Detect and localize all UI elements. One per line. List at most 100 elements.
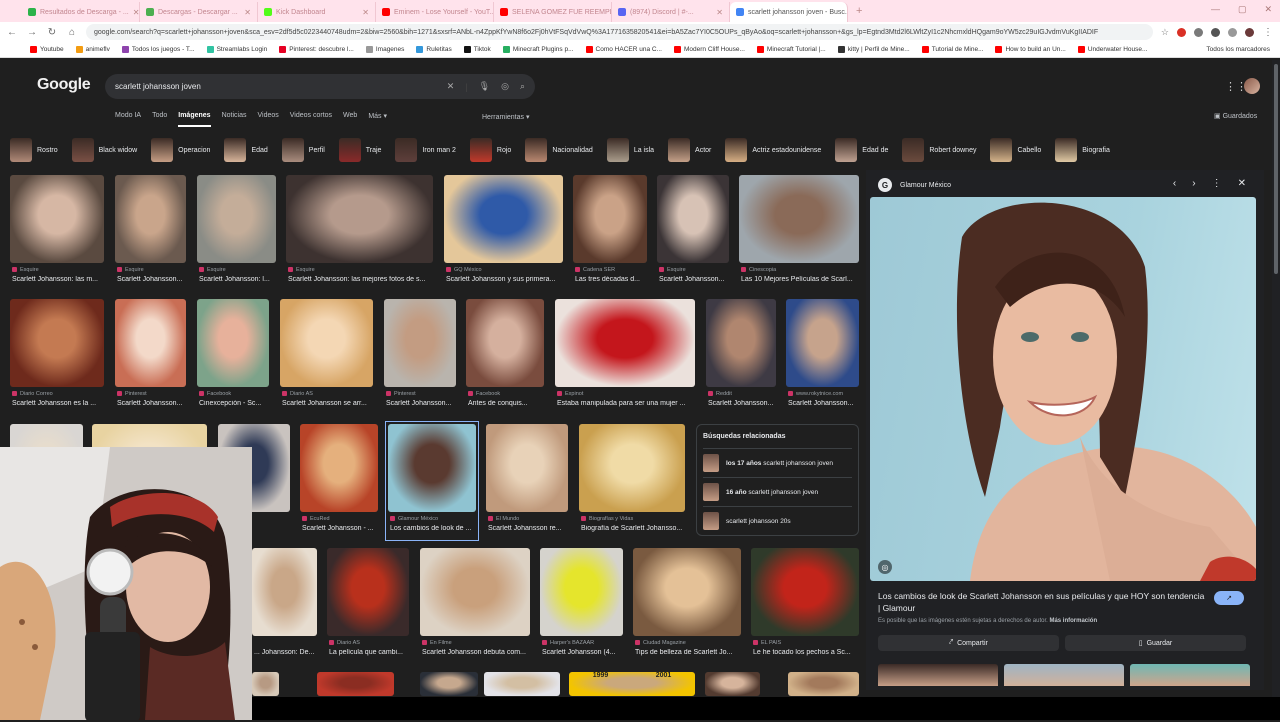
image-source[interactable]: Pinterest (117, 391, 188, 397)
url-field[interactable]: google.com/search?q=scarlett+johansson+j… (86, 24, 1153, 40)
related-search-item[interactable]: los 17 años scarlett johansson joven (703, 448, 852, 477)
image-source[interactable]: Glamour México (390, 516, 478, 522)
image-title[interactable]: Scarlett Johansson se arr... (282, 400, 375, 407)
tab-videos-cortos[interactable]: Videos cortos (290, 112, 332, 127)
google-logo[interactable]: Google (37, 76, 91, 94)
tab-más-[interactable]: Más ▾ (368, 112, 387, 127)
bookmark-item[interactable]: Como HACER una C... (585, 46, 662, 53)
filter-chip[interactable]: Iron man 2 (395, 138, 462, 162)
image-thumbnail[interactable] (484, 672, 560, 696)
tab-close-icon[interactable]: ✕ (133, 8, 139, 17)
image-thumbnail[interactable] (115, 175, 186, 263)
image-title[interactable]: Estaba manipulada para ser una mujer ... (557, 400, 697, 407)
browser-tab[interactable]: Kick Dashboard ✕ (258, 2, 376, 22)
image-result[interactable]: Pinterest Scarlett Johansson... (384, 299, 456, 413)
account-avatar[interactable] (1244, 78, 1260, 94)
image-source[interactable]: Facebook (199, 391, 271, 397)
image-result[interactable]: Ciudad Magazine Tips de belleza de Scarle… (633, 548, 741, 662)
clear-icon[interactable]: ✕ (447, 81, 455, 92)
bookmark-item[interactable]: Minecraft Plugins p... (502, 46, 574, 53)
tab-close-icon[interactable]: ✕ (362, 8, 369, 17)
image-result[interactable]: El Mundo Scarlett Johansson re... (486, 424, 568, 538)
image-title[interactable]: Scarlett Johansson... (659, 276, 731, 283)
image-thumbnail[interactable] (739, 175, 859, 263)
home-icon[interactable]: ⌂ (66, 27, 78, 38)
image-title[interactable]: Le he tocado los pechos a Sc... (753, 649, 861, 656)
image-result[interactable]: En Filme Scarlett Johansson debuta com... (420, 548, 530, 662)
image-title[interactable]: Scarlett Johansson... (788, 400, 861, 407)
filter-chip[interactable]: Biografia (1055, 138, 1116, 162)
prev-image-icon[interactable]: ‹ (1173, 178, 1176, 189)
image-thumbnail[interactable] (486, 424, 568, 512)
image-title[interactable]: Scarlett Johansson - ... (302, 525, 380, 532)
image-result[interactable]: Diario Correo Scarlett Johansson es la ..… (10, 299, 104, 413)
image-result[interactable]: GQ México Scarlett Johansson y sus primer… (444, 175, 563, 289)
image-title[interactable]: Scarlett Johansson... (386, 400, 458, 407)
image-title[interactable]: Scarlett Johansson... (708, 400, 778, 407)
image-thumbnail[interactable] (751, 548, 859, 636)
image-thumbnail[interactable] (10, 299, 104, 387)
filter-chip[interactable]: Rojo (469, 138, 518, 162)
bookmark-item[interactable]: Streamlabs Login (206, 46, 267, 53)
image-thumbnail[interactable] (633, 548, 741, 636)
image-title[interactable]: Scarlett Johansson es la ... (12, 400, 106, 407)
image-title[interactable]: Antes de conquis... (468, 400, 546, 407)
downloads-icon[interactable] (1228, 27, 1237, 37)
image-result[interactable]: Glamour México Los cambios de look de ... (385, 421, 479, 541)
tab-imágenes[interactable]: Imágenes (178, 112, 211, 127)
scrollbar-thumb[interactable] (1274, 64, 1278, 274)
image-source[interactable]: El Mundo (488, 516, 570, 522)
related-image[interactable] (878, 664, 998, 686)
bookmark-item[interactable]: kitty | Perfil de Mine... (837, 46, 910, 53)
image-thumbnail[interactable] (788, 672, 859, 696)
image-result[interactable]: ... Johansson: De... (252, 548, 317, 662)
image-source[interactable]: Esquire (288, 267, 435, 273)
image-title[interactable]: Scarlett Johansson: las m... (12, 276, 106, 283)
image-thumbnail[interactable] (466, 299, 544, 387)
search-box[interactable]: scarlett johansson joven ✕ | 🎙 ◎ ⌕ (105, 74, 535, 99)
share-button[interactable]: ⤤ Compartir (878, 635, 1059, 651)
tab-todo[interactable]: Todo (152, 112, 167, 127)
image-thumbnail[interactable] (555, 299, 695, 387)
image-result[interactable]: EcuRed Scarlett Johansson - ... (300, 424, 378, 538)
image-source[interactable]: Cadena SER (575, 267, 649, 273)
image-title[interactable]: Scarlett Johansson: las mejores fotos de… (288, 276, 435, 283)
image-source[interactable]: Reddit (708, 391, 778, 397)
browser-tab[interactable]: scarlett johansson joven - Busc...✕ (730, 2, 848, 22)
image-result[interactable]: Esquire Scarlett Johansson: l... (197, 175, 276, 289)
image-thumbnail[interactable] (579, 424, 685, 512)
browser-tab[interactable]: Eminem - Lose Yourself - YouT...✕ (376, 2, 494, 22)
image-thumbnail[interactable] (115, 299, 186, 387)
image-result[interactable]: Facebook Antes de conquis... (466, 299, 544, 413)
image-source[interactable]: Facebook (468, 391, 546, 397)
filter-chip[interactable]: Nacionalidad (525, 138, 599, 162)
filter-chip[interactable]: La isla (606, 138, 661, 162)
image-result[interactable]: Facebook Cinexcepción - Sc... (197, 299, 269, 413)
related-image[interactable] (1130, 664, 1250, 686)
image-title[interactable]: Las tres décadas d... (575, 276, 649, 283)
tab-noticias[interactable]: Noticias (222, 112, 247, 127)
image-source[interactable]: Pinterest (386, 391, 458, 397)
browser-menu-icon[interactable]: ⋮ (1262, 27, 1274, 38)
image-thumbnail[interactable] (10, 175, 104, 263)
bookmark-item[interactable]: animeflv (75, 46, 110, 53)
related-image[interactable] (1004, 664, 1124, 686)
visit-button[interactable]: ↗ (1214, 591, 1244, 605)
filter-chip[interactable]: Perfil (281, 138, 331, 162)
maximize-icon[interactable]: ▢ (1238, 4, 1247, 15)
image-thumbnail[interactable] (286, 175, 433, 263)
image-title[interactable]: Scarlett Johansson re... (488, 525, 570, 532)
bookmark-item[interactable]: Tiktok (463, 46, 491, 53)
tab-videos[interactable]: Videos (257, 112, 278, 127)
image-thumbnail[interactable] (540, 548, 623, 636)
image-source[interactable]: Diario Correo (12, 391, 106, 397)
image-source[interactable]: www.rokytnice.com (788, 391, 861, 397)
browser-tab[interactable]: SELENA GOMEZ FUE REEMPL...✕ (494, 2, 612, 22)
image-result[interactable]: www.rokytnice.com Scarlett Johansson... (786, 299, 859, 413)
image-thumbnail[interactable] (786, 299, 859, 387)
tools-button[interactable]: Herramientas ▾ (482, 113, 529, 121)
related-search-item[interactable]: scarlett johansson 20s (703, 506, 852, 535)
image-source[interactable]: En Filme (422, 640, 532, 646)
image-result[interactable]: Esquire Scarlett Johansson: las mejores f… (286, 175, 433, 289)
image-title[interactable]: Scarlett Johansson... (117, 400, 188, 407)
